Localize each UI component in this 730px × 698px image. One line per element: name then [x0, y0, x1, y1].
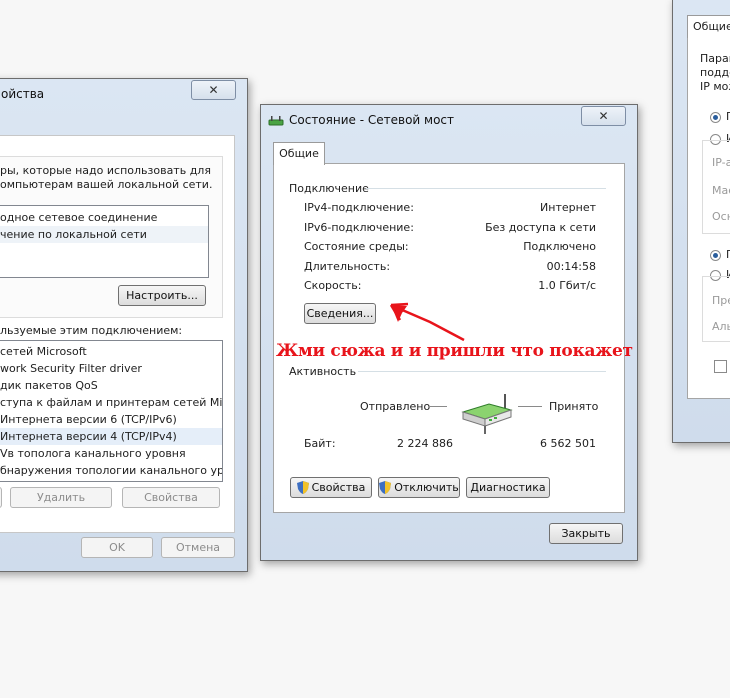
disable-button[interactable]: Отключить [378, 477, 460, 498]
network-bridge-icon [268, 114, 284, 129]
description-line1: ры, которые надо использовать для [0, 164, 211, 177]
gateway-label: Осн [712, 210, 730, 223]
list-item[interactable]: сетей Microsoft [0, 343, 222, 360]
speed-label: Скорость: [304, 279, 362, 292]
bytes-received-value: 6 562 501 [540, 437, 596, 450]
params-text-line3: IP мож [700, 80, 730, 93]
connections-list[interactable]: одное сетевое соединение чение по локаль… [0, 205, 209, 278]
ipv4-label: IPv4-подключение: [304, 201, 414, 214]
bytes-label: Байт: [304, 437, 336, 450]
duration-value: 00:14:58 [546, 260, 596, 273]
tab-general[interactable]: Общие [273, 142, 325, 165]
params-text-line2: подде [700, 66, 730, 79]
tab-general-right[interactable]: Общие [687, 15, 730, 38]
media-state-label: Состояние среды: [304, 240, 409, 253]
auto-ip-label: П [726, 110, 730, 123]
activity-group-label: Активность [289, 365, 357, 378]
close-button[interactable]: Закрыть [549, 523, 623, 544]
properties-title: ойства [1, 87, 45, 101]
ip-settings-panel: Парам подде IP мож П И IP-а Мас Осн П И … [687, 37, 730, 399]
install-button[interactable] [0, 487, 2, 508]
uac-shield-icon [296, 481, 309, 494]
components-label: льзуемые этим подключением: [0, 324, 183, 337]
properties-button[interactable]: Свойства [290, 477, 372, 498]
diagnose-button[interactable]: Диагностика [466, 477, 550, 498]
ip-settings-window: Общие Парам подде IP мож П И IP-а Мас Ос… [672, 0, 730, 443]
preferred-dns-label: Пре [712, 294, 730, 307]
properties-titlebar: ойства ✕ [0, 79, 247, 107]
list-item[interactable]: ступа к файлам и принтерам сетей Micro..… [0, 394, 222, 411]
configure-button[interactable]: Настроить... [118, 285, 206, 306]
status-tab-panel: Подключение IPv4-подключение: Интернет I… [273, 163, 625, 513]
sent-line [429, 406, 447, 407]
divider [358, 371, 606, 372]
properties-body: ры, которые надо использовать для омпьют… [0, 135, 235, 533]
auto-dns-label: П [726, 248, 730, 261]
ipv6-label: IPv6-подключение: [304, 221, 414, 234]
media-state-value: Подключено [523, 240, 596, 253]
properties-button-label: Свойства [311, 481, 366, 494]
ipv6-value: Без доступа к сети [485, 221, 596, 234]
status-title: Состояние - Сетевой мост [289, 113, 454, 127]
list-item[interactable]: дик пакетов QoS [0, 377, 222, 394]
auto-ip-radio[interactable] [710, 112, 721, 123]
status-window: Состояние - Сетевой мост ✕ Общие Подключ… [260, 104, 638, 561]
list-item[interactable]: work Security Filter driver [0, 360, 222, 377]
status-titlebar: Состояние - Сетевой мост ✕ [261, 105, 637, 133]
remove-button[interactable]: Удалить [10, 487, 112, 508]
sent-label: Отправлено [360, 400, 431, 413]
received-line [518, 406, 542, 407]
received-label: Принято [549, 400, 599, 413]
annotation-text: Жми сюжа и и пришли что покажет [276, 341, 633, 361]
auto-dns-radio[interactable] [710, 250, 721, 261]
ok-button[interactable]: OK [81, 537, 153, 558]
ipv4-value: Интернет [540, 201, 596, 214]
list-item[interactable]: чение по локальной сети [0, 226, 208, 243]
list-item[interactable]: Vв тополога канального уровня [0, 445, 222, 462]
status-close-icon[interactable]: ✕ [581, 106, 626, 126]
connection-group-label: Подключение [289, 182, 369, 195]
tab-general-label: Общие [279, 147, 319, 160]
duration-label: Длительность: [304, 260, 391, 273]
components-list[interactable]: сетей Microsoft work Security Filter dri… [0, 340, 223, 482]
speed-value: 1.0 Гбит/с [538, 279, 596, 292]
list-item[interactable]: Интернета версии 4 (TCP/IPv4) [0, 428, 222, 445]
subnet-mask-label: Мас [712, 184, 730, 197]
list-item[interactable]: Интернета версии 6 (TCP/IPv6) [0, 411, 222, 428]
properties-window: ойства ✕ ры, которые надо использовать д… [0, 78, 248, 572]
properties-close-button[interactable]: ✕ [191, 80, 236, 100]
bytes-sent-value: 2 224 886 [397, 437, 453, 450]
list-item[interactable]: бнаружения топологии канального уровня [0, 462, 222, 479]
divider [366, 188, 606, 189]
cancel-button[interactable]: Отмена [161, 537, 235, 558]
router-icon [459, 392, 515, 437]
params-text-line1: Парам [700, 52, 730, 65]
alternate-dns-label: Аль [712, 320, 730, 333]
list-item[interactable]: одное сетевое соединение [0, 209, 208, 226]
description-line2: омпьютерам вашей локальной сети. [0, 178, 213, 191]
ip-address-label: IP-а [712, 156, 730, 169]
disable-button-label: Отключить [394, 481, 459, 494]
tab-general-right-label: Общие [693, 20, 730, 33]
component-properties-button[interactable]: Свойства [122, 487, 220, 508]
validate-checkbox[interactable] [714, 360, 727, 373]
details-button[interactable]: Сведения... [304, 303, 376, 324]
uac-shield-icon [379, 481, 392, 494]
